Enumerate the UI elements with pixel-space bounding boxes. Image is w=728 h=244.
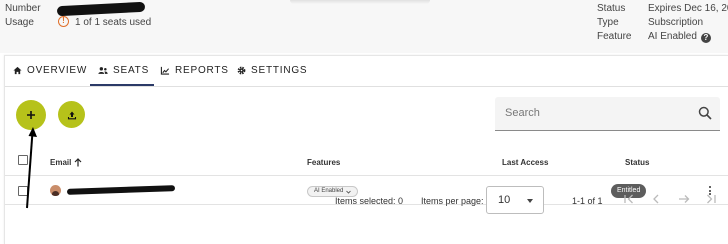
help-icon[interactable]: ? — [700, 33, 711, 43]
previous-page-icon[interactable] — [648, 191, 664, 207]
next-page-icon[interactable] — [676, 191, 692, 207]
search-icon[interactable] — [698, 106, 712, 120]
last-page-icon[interactable] — [703, 191, 719, 207]
features-chip-label: AI Enabled — [314, 188, 344, 194]
warning-icon: ! — [58, 16, 69, 27]
annotation-arrow-icon — [26, 127, 37, 209]
status-column-header: Status — [625, 158, 650, 167]
type-label: Type — [597, 17, 619, 28]
chevron-down-icon — [346, 190, 352, 194]
active-tab-indicator — [90, 84, 154, 86]
number-label: Number — [5, 3, 41, 14]
tab-reports-label: REPORTS — [175, 65, 229, 76]
feature-value: AI Enabled — [648, 31, 697, 42]
upload-icon — [67, 111, 76, 119]
avatar — [50, 185, 61, 196]
features-column-header: Features — [307, 158, 341, 167]
type-value: Subscription — [648, 17, 704, 28]
tab-overview-label: OVERVIEW — [27, 65, 88, 76]
redacted-number — [56, 1, 146, 17]
chart-icon — [160, 66, 170, 75]
gear-icon — [237, 66, 246, 75]
status-value: Expires Dec 16, 2026 — [648, 3, 728, 14]
chevron-down-icon — [527, 199, 533, 203]
tab-bar: OVERVIEW SEATS REPORTS SETTINGS — [5, 56, 728, 87]
tab-overview[interactable]: OVERVIEW — [13, 65, 87, 76]
tab-seats[interactable]: SEATS — [98, 65, 149, 76]
status-label: Status — [597, 3, 626, 14]
items-per-page-value: 10 — [498, 194, 511, 206]
tab-reports[interactable]: REPORTS — [160, 65, 229, 76]
feature-value-wrap: AI Enabled? — [648, 31, 711, 43]
usage-value: 1 of 1 seats used — [75, 17, 152, 28]
first-page-icon[interactable] — [621, 191, 637, 207]
upload-button[interactable] — [58, 101, 85, 128]
tab-settings-label: SETTINGS — [251, 65, 308, 76]
tab-settings[interactable]: SETTINGS — [237, 65, 307, 76]
plus-icon — [27, 111, 35, 119]
email-column-label: Email — [50, 158, 72, 167]
items-per-page-label: Items per page: — [421, 196, 484, 206]
home-icon — [13, 66, 22, 75]
license-info-panel: Number Usage ! 1 of 1 seats used Status … — [0, 0, 728, 53]
arrow-up-icon — [74, 158, 82, 167]
seats-card: OVERVIEW SEATS REPORTS SETTINGS Email F — [4, 55, 728, 244]
last-access-column-header: Last Access — [502, 158, 549, 167]
search-field[interactable] — [495, 97, 720, 131]
items-selected: Items selected: 0 — [335, 196, 404, 206]
tab-seats-label: SEATS — [113, 65, 150, 76]
people-icon — [98, 67, 108, 74]
divider — [290, 0, 430, 4]
pagination-range: 1-1 of 1 — [572, 196, 603, 206]
table-header: Email Features Last Access Status — [5, 146, 728, 176]
email-column-header[interactable]: Email — [50, 158, 82, 167]
feature-label: Feature — [597, 31, 632, 42]
search-input[interactable] — [505, 107, 685, 119]
redacted-email — [66, 185, 176, 195]
items-per-page-select[interactable]: 10 — [486, 186, 544, 214]
usage-label: Usage — [5, 17, 34, 28]
